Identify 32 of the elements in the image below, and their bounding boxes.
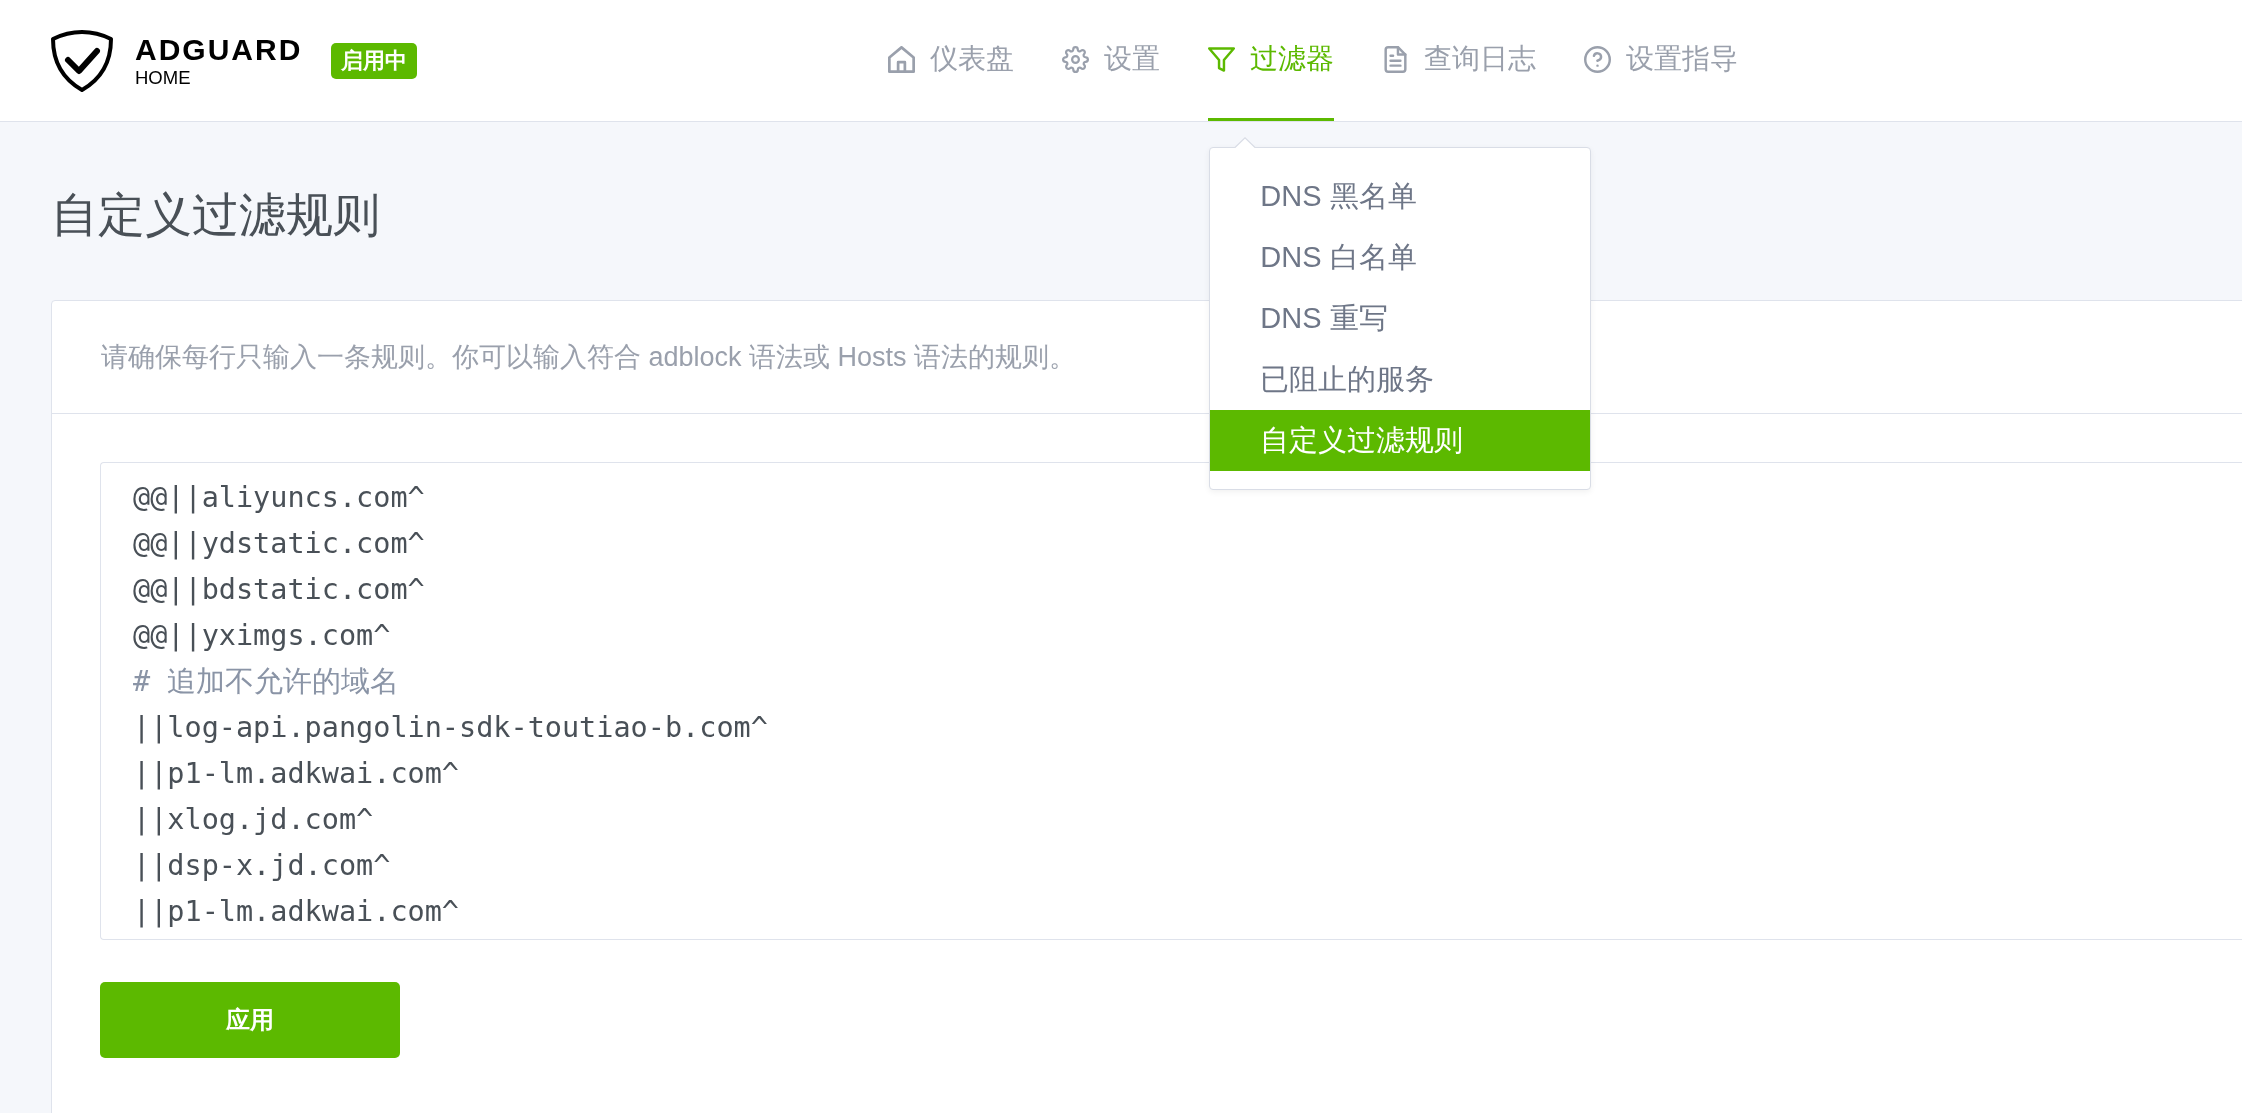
document-icon [1382, 45, 1410, 73]
rule-line: ||xlog.jd.com^ [133, 802, 374, 838]
rule-line: ||dsp-x.jd.com^ [133, 848, 391, 884]
rule-line: @@||yximgs.com^ [133, 618, 391, 654]
funnel-icon [1208, 45, 1236, 73]
comment-line: # 追加不允许的域名 [133, 664, 400, 700]
apply-button[interactable]: 应用 [100, 982, 400, 1058]
menu-item[interactable]: 已阻止的服务 [1210, 349, 1591, 410]
nav-link[interactable]: 仪表盘 [888, 0, 1015, 121]
help-icon [1584, 45, 1612, 73]
nav-link[interactable]: 设置 [1062, 0, 1161, 121]
logo-subtitle: HOME [135, 67, 192, 88]
status-badge: 启用中 [331, 42, 418, 79]
menu-item[interactable]: DNS 重写 [1210, 288, 1591, 349]
menu-item[interactable]: 自定义过滤规则 [1210, 410, 1591, 471]
page-title: 自定义过滤规则 [51, 187, 380, 243]
rule-line: @@||ydstatic.com^ [133, 526, 425, 562]
rules-editor[interactable]: @@||aliyuncs.com^ @@||ydstatic.com^ @@||bdstatic.com^ @@||yximgs.com^ # 追加不允许的域名 ||log-api.pangolin-sdk-toutiao-b.com^ ||p1-lm.adkwai.com^ ||xlog.jd.com^ ||dsp-x.jd.com^ ||p1-lm.adkwai.com^ [100, 462, 2242, 940]
shield-check-icon [50, 29, 114, 92]
rule-line: ||p1-lm.adkwai.com^ [133, 756, 459, 792]
home-icon [888, 45, 916, 73]
rule-line: ||log-api.pangolin-sdk-toutiao-b.com^ [133, 710, 768, 746]
nav-link[interactable]: 设置指导 [1584, 0, 1739, 121]
logo-title: ADGUARD [135, 33, 303, 66]
rule-line: @@||bdstatic.com^ [133, 572, 425, 608]
rule-line: @@||aliyuncs.com^ [133, 480, 425, 516]
menu-item[interactable]: DNS 黑名单 [1210, 166, 1591, 227]
rule-line: ||p1-lm.adkwai.com^ [133, 894, 459, 930]
settings-icon [1062, 45, 1090, 73]
nav-link[interactable]: 查询日志 [1382, 0, 1537, 121]
description-text: 请确保每行只输入一条规则。你可以输入符合 adblock 语法或 Hosts 语法的规则。 [101, 341, 1077, 374]
menu-item[interactable]: DNS 白名单 [1210, 227, 1591, 288]
